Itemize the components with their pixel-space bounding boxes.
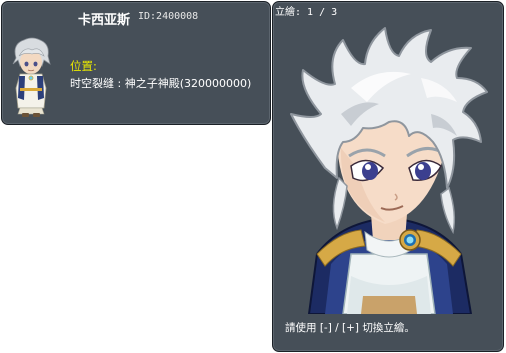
npc-info-panel: 卡西亚斯 ID:2400008 位置: 时空裂缝 : 神之子神殿(3200000… [1, 1, 271, 125]
npc-portrait-icon [290, 27, 488, 314]
location-label: 位置: [70, 59, 97, 73]
npc-id: ID:2400008 [138, 11, 199, 22]
location-value: 时空裂缝 : 神之子神殿(320000000) [70, 77, 252, 90]
portrait-pager: 立繪: 1 / 3 [275, 7, 338, 18]
npc-sprite-icon [12, 37, 51, 117]
npc-name: 卡西亚斯 [78, 13, 131, 28]
portrait-hint: 請使用 [-] / [+] 切換立繪。 [285, 322, 415, 334]
portrait-viewer-panel: 立繪: 1 / 3 請使用 [-] / [+] 切換立繪。 [272, 1, 504, 352]
